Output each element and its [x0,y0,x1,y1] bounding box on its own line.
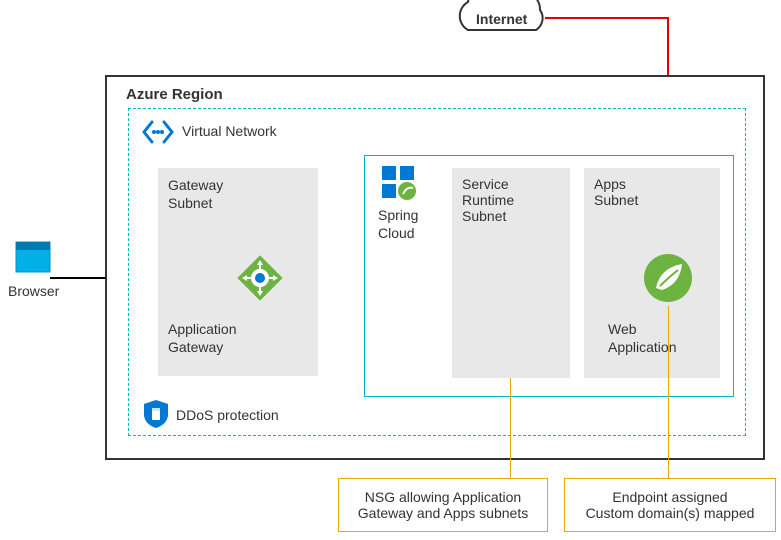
srt-l1: Service [462,176,560,192]
service-runtime-subnet-box: Service Runtime Subnet [452,168,570,378]
vnet-label: Virtual Network [182,122,277,140]
spring-cloud-label-1: Spring [378,206,418,224]
nsg-l1: NSG allowing Application [353,489,533,505]
webapp-l1: Web [608,320,637,338]
nsg-callout-line [510,378,511,478]
gateway-subnet-title-2: Subnet [168,194,308,212]
apps-l1: Apps [594,176,710,192]
endpoint-callout-line [668,306,669,478]
ep-l1: Endpoint assigned [579,489,761,505]
app-gateway-label-2: Gateway [168,338,223,356]
diagram-canvas: Internet Azure Region Virtual Network Br… [0,0,781,540]
region-title: Azure Region [126,85,223,105]
browser-label: Browser [8,282,59,300]
gateway-subnet-title-1: Gateway [168,176,308,194]
endpoint-callout: Endpoint assigned Custom domain(s) mappe… [564,478,776,532]
srt-l3: Subnet [462,208,560,224]
internet-label: Internet [476,10,527,28]
spring-cloud-label-2: Cloud [378,224,415,242]
app-gateway-label-1: Application [168,320,237,338]
ddos-label: DDoS protection [176,406,279,424]
browser-icon [14,238,54,278]
apps-l2: Subnet [594,192,710,208]
ep-l2: Custom domain(s) mapped [579,505,761,521]
nsg-l2: Gateway and Apps subnets [353,505,533,521]
nsg-callout: NSG allowing Application Gateway and App… [338,478,548,532]
webapp-l2: Application [608,338,677,356]
srt-l2: Runtime [462,192,560,208]
